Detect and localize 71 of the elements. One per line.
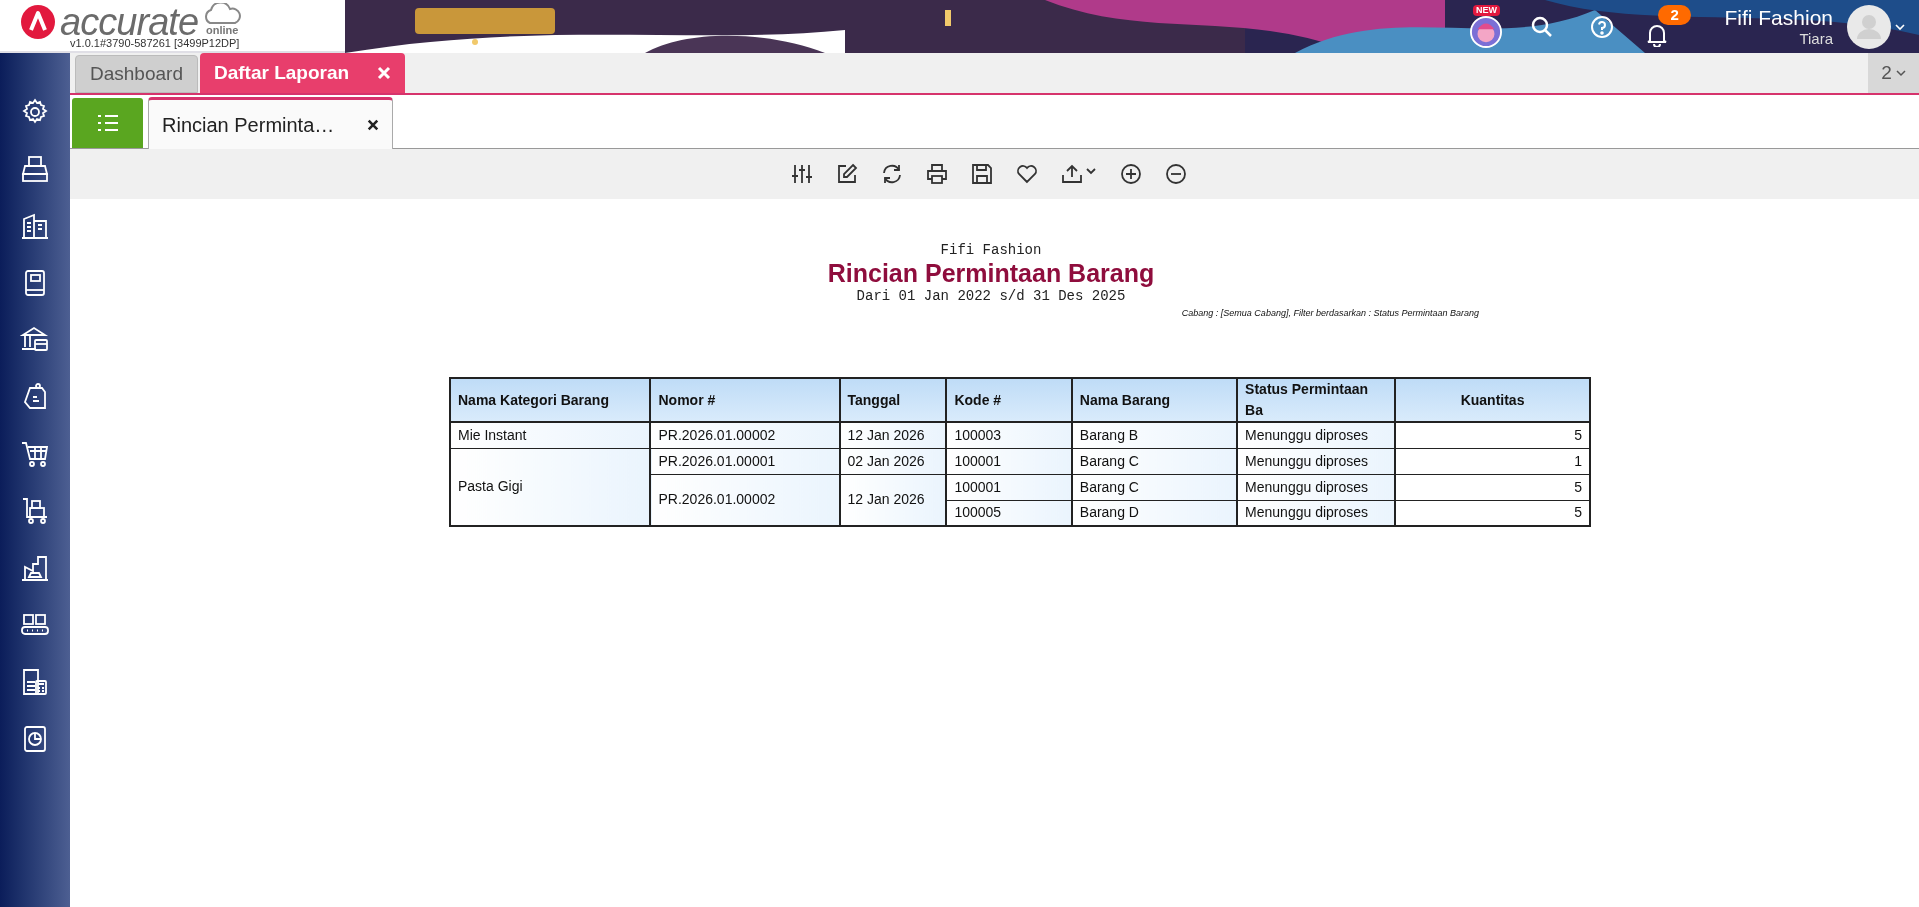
table-cell: 100003 bbox=[946, 422, 1072, 448]
table-cell: 100001 bbox=[946, 474, 1072, 500]
report-period: Dari 01 Jan 2022 s/d 31 Des 2025 bbox=[856, 287, 1126, 305]
heart-icon[interactable] bbox=[1015, 163, 1038, 185]
table-cell: 5 bbox=[1395, 474, 1590, 500]
close-icon[interactable] bbox=[367, 118, 379, 131]
table-cell: Menunggu diproses bbox=[1237, 474, 1396, 500]
fax-icon[interactable] bbox=[20, 154, 50, 184]
export-icon[interactable] bbox=[1060, 163, 1097, 185]
table-cell: Menunggu diproses bbox=[1237, 448, 1396, 474]
building-icon[interactable] bbox=[20, 211, 50, 241]
table-cell: 5 bbox=[1395, 422, 1590, 448]
zoom-out-icon[interactable] bbox=[1164, 163, 1187, 185]
column-header: Status Permintaan Ba bbox=[1237, 378, 1396, 422]
table-cell: Barang B bbox=[1071, 422, 1238, 448]
table-cell: PR.2026.01.00002 bbox=[650, 422, 840, 448]
table-cell: Menunggu diproses bbox=[1237, 500, 1396, 526]
table-cell: 12 Jan 2026 bbox=[839, 422, 947, 448]
edit-icon[interactable] bbox=[835, 163, 858, 185]
report-tab[interactable]: Rincian Perminta… bbox=[148, 97, 393, 149]
table-cell: 100001 bbox=[946, 448, 1072, 474]
table-cell: PR.2026.01.00001 bbox=[650, 448, 840, 474]
logo-icon bbox=[20, 4, 56, 40]
user-name: Tiara bbox=[1799, 29, 1833, 48]
table-cell: PR.2026.01.00002 bbox=[650, 474, 840, 526]
cart-icon[interactable] bbox=[20, 439, 50, 469]
table-cell: 100005 bbox=[946, 500, 1072, 526]
column-header: Kode # bbox=[946, 378, 1072, 422]
tab-overflow-button[interactable]: 2 bbox=[1868, 53, 1919, 93]
brand-suffix: online bbox=[205, 25, 239, 35]
table-cell: Barang C bbox=[1071, 448, 1238, 474]
brand-name: accurate bbox=[60, 4, 199, 40]
table-cell: Pasta Gigi bbox=[450, 448, 651, 526]
caret-icon bbox=[1895, 69, 1906, 77]
table-cell: Barang D bbox=[1071, 500, 1238, 526]
table-cell: 02 Jan 2026 bbox=[839, 448, 947, 474]
table-cell: Barang C bbox=[1071, 474, 1238, 500]
refresh-icon[interactable] bbox=[880, 163, 903, 185]
column-header: Nomor # bbox=[650, 378, 840, 422]
save-icon[interactable] bbox=[970, 163, 993, 185]
table-cell: Menunggu diproses bbox=[1237, 422, 1396, 448]
column-header: Nama Barang bbox=[1071, 378, 1238, 422]
table-cell: 5 bbox=[1395, 500, 1590, 526]
avatar-icon[interactable] bbox=[1847, 4, 1891, 49]
tab[interactable]: Dashboard bbox=[75, 55, 198, 93]
help-icon[interactable] bbox=[1590, 14, 1615, 39]
bell-icon[interactable] bbox=[1646, 22, 1669, 47]
caret-icon[interactable] bbox=[1895, 22, 1905, 31]
list-icon bbox=[96, 113, 119, 133]
new-badge: NEW bbox=[1472, 5, 1500, 16]
zoom-in-icon[interactable] bbox=[1119, 163, 1142, 185]
company-name: Fifi Fashion bbox=[1724, 5, 1833, 30]
menu-button[interactable] bbox=[72, 98, 143, 148]
column-header: Kuantitas bbox=[1395, 378, 1590, 422]
sliders-icon[interactable] bbox=[790, 163, 813, 185]
report-title: Rincian Permintaan Barang bbox=[827, 259, 1155, 287]
column-header: Nama Kategori Barang bbox=[450, 378, 651, 422]
version-text: v1.0.1#3790-587261 [3499P12DP] bbox=[70, 38, 241, 49]
tax-document-icon[interactable] bbox=[20, 667, 50, 697]
tab[interactable]: Daftar Laporan bbox=[199, 53, 406, 93]
mascot-icon[interactable] bbox=[1470, 16, 1503, 48]
cloud-icon bbox=[202, 3, 243, 25]
factory-icon[interactable] bbox=[20, 553, 50, 583]
print-icon[interactable] bbox=[925, 163, 948, 185]
report-filter: Cabang : [Semua Cabang], Filter berdasarkan : Status Permintaan Barang bbox=[1181, 307, 1479, 320]
table-cell: Mie Instant bbox=[450, 422, 651, 448]
hand-truck-icon[interactable] bbox=[20, 496, 50, 526]
report-company: Fifi Fashion bbox=[940, 241, 1042, 259]
table-cell: 1 bbox=[1395, 448, 1590, 474]
table-cell: 12 Jan 2026 bbox=[839, 474, 947, 526]
column-header: Tanggal bbox=[839, 378, 947, 422]
